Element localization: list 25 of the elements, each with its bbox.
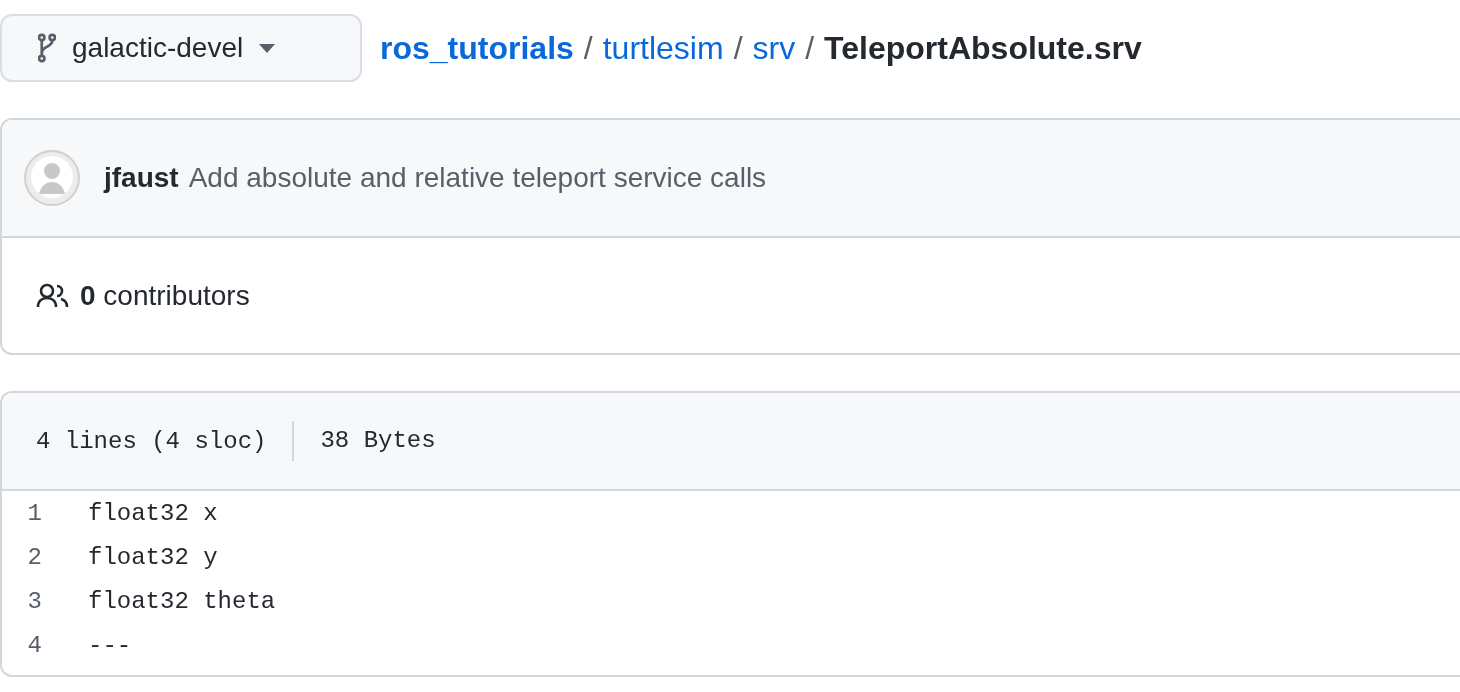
line-number: 2 <box>26 543 43 571</box>
branch-icon <box>38 33 56 63</box>
branch-select-button[interactable]: galactic-devel <box>0 14 362 82</box>
code-line: float32 theta <box>88 587 276 615</box>
avatar-icon <box>24 150 80 206</box>
breadcrumb-link[interactable]: ros_tutorials <box>380 29 574 67</box>
people-icon <box>36 282 70 309</box>
line-number: 1 <box>26 499 43 527</box>
file-name: TeleportAbsolute.srv <box>824 29 1142 67</box>
line-number: 3 <box>26 587 43 615</box>
contributors-count: 0 contributors <box>80 279 250 312</box>
commit-author[interactable]: jfaust <box>104 162 179 194</box>
breadcrumb-separator: / <box>733 29 743 67</box>
code-line: float32 x <box>88 499 218 527</box>
breadcrumb-separator: / <box>805 29 815 67</box>
commit-message: Add absolute and relative teleport service calls <box>188 162 767 194</box>
code-line: float32 y <box>88 543 218 571</box>
caret-icon <box>259 43 276 53</box>
breadcrumb-separator: / <box>583 29 593 67</box>
line-count: 4 lines (4 sloc) <box>36 427 268 455</box>
code-line: --- <box>88 631 132 659</box>
file-size: 38 Bytes <box>292 421 436 461</box>
line-number: 4 <box>26 631 43 659</box>
breadcrumb-link[interactable]: turtlesim <box>602 29 724 67</box>
breadcrumb-link[interactable]: srv <box>752 29 796 67</box>
